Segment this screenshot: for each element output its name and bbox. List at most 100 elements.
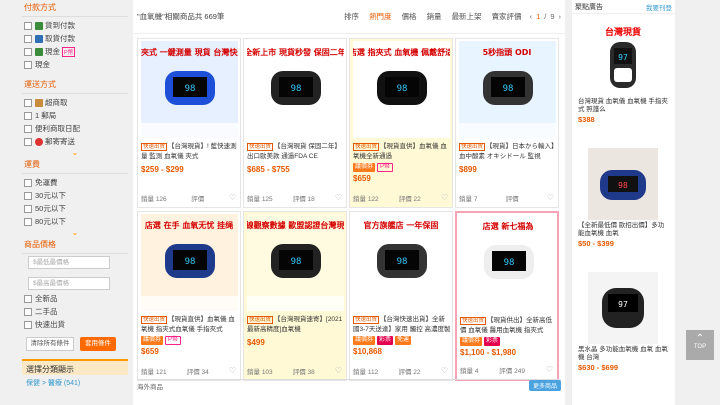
prev-page-icon[interactable]: ‹ xyxy=(530,12,533,21)
ad-image[interactable]: 台灣現貨 97 xyxy=(588,24,658,96)
product-badges: 議價券 彩票 xyxy=(460,337,501,346)
ad-image[interactable]: 97 xyxy=(588,272,658,344)
filter-ship-post[interactable]: 1 郵局 xyxy=(22,109,128,122)
heart-icon[interactable]: ♡ xyxy=(546,365,553,375)
product-name[interactable]: 快速出貨 【台灣現貨 保固二年】出口歐美款 通過FDA CE xyxy=(247,142,345,162)
heart-icon[interactable]: ♡ xyxy=(229,193,236,203)
filter-payment-cash2[interactable]: 現金 xyxy=(22,58,128,71)
product-name[interactable]: 快速出貨 【現貨】日本から輸入】血中酸素 オキシドール 監視 xyxy=(459,142,557,162)
product-card[interactable]: 官方旗艦店 一年保固 98 快速出貨 【台灣快速出貨】全新國3-7天送達】家用 觸… xyxy=(349,211,453,381)
product-name[interactable]: 快速出貨 【現貨直供】血氧儀 血氧機全新通過 xyxy=(353,142,451,162)
ad-name[interactable]: 【全新最低價 歐招出價】多功能血氧機 血氧 xyxy=(578,222,668,238)
product-image[interactable]: 全新上市 現貨秒發 保固二年 98 xyxy=(247,41,344,138)
sort-newest[interactable]: 最新上架 xyxy=(452,11,482,22)
filter-fee-30[interactable]: 30元以下 xyxy=(22,189,128,202)
heart-icon[interactable]: ♡ xyxy=(229,366,236,376)
more-products-button[interactable]: 更多商品 xyxy=(528,380,561,391)
product-image[interactable]: 官方旗艦店 一年保固 98 xyxy=(353,214,450,311)
product-name[interactable]: 快速出貨 【台灣現貨速寄】[2021最新高精度]血氧機 xyxy=(247,315,345,335)
product-card[interactable]: 店選 新七福為 98 快速出貨 【現貨供出】全新高低價 血氧儀 醫用血氧機 指夾式… xyxy=(455,211,559,381)
heart-icon[interactable]: ♡ xyxy=(441,193,448,203)
filter-payment-cash[interactable]: 現金 P幣 xyxy=(22,45,128,58)
checkbox[interactable] xyxy=(24,60,32,69)
checkbox[interactable] xyxy=(24,47,32,56)
product-card[interactable]: 5秒指頭 ODI 98 快速出貨 【現貨】日本から輸入】血中酸素 オキシドール 監… xyxy=(455,38,559,208)
clear-filters-button[interactable]: 清除所有條件 xyxy=(26,337,74,351)
product-card[interactable]: 全新上市 現貨秒發 保固二年 98 快速出貨 【台灣現貨 保固二年】出口歐美款 通… xyxy=(243,38,347,208)
svg-text:97: 97 xyxy=(618,53,628,62)
price-max-input[interactable]: $最高最價格 xyxy=(28,277,110,290)
filter-fee-free[interactable]: 免運費 xyxy=(22,176,128,189)
filter-fee-80[interactable]: 80元以下 xyxy=(22,215,128,228)
filter-cond-used[interactable]: 二手品 xyxy=(22,305,128,318)
category-link[interactable]: 保健 > 醫療 (541) xyxy=(22,375,128,391)
product-image[interactable]: TFT指夾式 一鍵測量 現貨 台灣快速出貨 98 xyxy=(141,41,238,138)
ads-post-link[interactable]: 我要刊登 xyxy=(646,2,672,12)
sort-price[interactable]: 價格 xyxy=(402,11,417,22)
ad-name[interactable]: 黑水晶 多功能血氧機 血氧 血氧機 台灣 xyxy=(578,346,668,362)
checkbox[interactable] xyxy=(24,21,32,30)
filter-payment-pickup[interactable]: 取貨付款 xyxy=(22,32,128,45)
checkbox[interactable] xyxy=(24,217,32,226)
checkbox[interactable] xyxy=(24,111,32,120)
apply-filters-button[interactable]: 套用條件 xyxy=(80,337,116,351)
sort-rating[interactable]: 賣家評價 xyxy=(492,11,522,22)
heart-icon[interactable]: ♡ xyxy=(547,193,554,203)
checkbox[interactable] xyxy=(24,307,32,316)
product-name[interactable]: 快速出貨 【台灣現貨】! 藍快速測量 監測 血氧儀 夾式 xyxy=(141,142,239,162)
product-image[interactable]: 5秒指頭 ODI 98 xyxy=(459,41,556,138)
checkbox[interactable] xyxy=(24,137,32,146)
product-name[interactable]: 快速出貨【台灣快速出貨】全新國3-7天送達】家用 觸控 高濃度製氧機 xyxy=(353,315,451,335)
heart-icon[interactable]: ♡ xyxy=(441,366,448,376)
sold-count: 126 xyxy=(155,196,167,203)
oximeter-image: 5秒指頭 ODI 98 xyxy=(459,41,556,138)
svg-text:98: 98 xyxy=(185,257,196,267)
filter-cond-fast[interactable]: 快速出貨 xyxy=(22,318,128,331)
sort-sales[interactable]: 銷量 xyxy=(427,11,442,22)
checkbox[interactable] xyxy=(24,124,32,133)
next-page-icon[interactable]: › xyxy=(559,12,562,21)
ad-image[interactable]: 98 xyxy=(588,148,658,220)
filter-ship-mail[interactable]: 郵寄寄送 xyxy=(22,135,128,148)
filter-payment-cod[interactable]: 貨到付款 xyxy=(22,19,128,32)
checkbox[interactable] xyxy=(24,204,32,213)
back-to-top-button[interactable]: ⌃ TOP xyxy=(686,330,714,360)
product-image[interactable]: 店選 新七福為 98 xyxy=(460,215,557,312)
sold-count: 103 xyxy=(261,369,273,376)
checkbox[interactable] xyxy=(24,178,32,187)
results-toolbar: "血氧機"相關商品共 669筆 排序 熱門度 價格 銷量 最新上架 賣家評價 ‹… xyxy=(133,0,565,34)
shipping-title: 運送方式 xyxy=(22,77,128,94)
checkbox[interactable] xyxy=(24,191,32,200)
checkbox[interactable] xyxy=(24,34,32,43)
heart-icon[interactable]: ♡ xyxy=(335,193,342,203)
chevron-down-icon[interactable]: ⌄ xyxy=(22,148,128,157)
sort-popularity[interactable]: 熱門度 xyxy=(369,11,392,22)
ad-name[interactable]: 台灣現貨 血氧儀 血氧機 手指夾式 照護么 xyxy=(578,98,668,114)
product-image[interactable]: 店選 在手 血氧无忧 挂绳 98 xyxy=(141,214,238,311)
checkbox[interactable] xyxy=(24,320,32,329)
product-image[interactable]: 曲線觀察數據 歐盟認證台灣現貨 98 xyxy=(247,214,344,311)
product-card[interactable]: 店選 在手 血氧无忧 挂绳 98 快速出貨 【現貨直供】血氧儀 血氧機 指夾式血氧… xyxy=(137,211,241,381)
product-image[interactable]: 店選 指夾式 血氧機 佩戴舒适 98 xyxy=(353,41,450,138)
price-min-input[interactable]: $最低最價格 xyxy=(28,256,110,269)
filter-ship-daily[interactable]: 便利商取日配 xyxy=(22,122,128,135)
checkbox[interactable] xyxy=(24,294,32,303)
filter-cond-new[interactable]: 全新品 xyxy=(22,292,128,305)
product-card[interactable]: 曲線觀察數據 歐盟認證台灣現貨 98 快速出貨【台灣現貨速寄】[2021最新高精… xyxy=(243,211,347,381)
ads-title: 聚點廣告 xyxy=(575,3,603,11)
ad-item[interactable]: 97 黑水晶 多功能血氧機 血氧 血氧機 台灣 $630 - $699 xyxy=(578,272,668,372)
filter-fee-50[interactable]: 50元以下 xyxy=(22,202,128,215)
product-name[interactable]: 快速出貨 【現貨直供】血氧儀 血氧機 指夾式血氧儀 手指夾式 xyxy=(141,315,239,335)
heart-icon[interactable]: ♡ xyxy=(335,366,342,376)
ad-image-text: 台灣現貨 xyxy=(605,26,641,38)
product-name[interactable]: 快速出貨【現貨供出】全新高低價 血氧儀 醫用血氧機 指夾式 YX101 xyxy=(460,316,558,336)
rating-count: 18 xyxy=(307,196,315,203)
ad-item[interactable]: 98 【全新最低價 歐招出價】多功能血氧機 血氧 $50 - $399 xyxy=(578,148,668,248)
product-card[interactable]: TFT指夾式 一鍵測量 現貨 台灣快速出貨 98 快速出貨【台灣現貨】! 藍快速… xyxy=(137,38,241,208)
ad-item[interactable]: 台灣現貨 97 台灣現貨 血氧儀 血氧機 手指夾式 照護么 $388 xyxy=(578,24,668,124)
svg-text:98: 98 xyxy=(291,84,302,94)
chevron-down-icon[interactable]: ⌄ xyxy=(22,228,128,237)
product-card[interactable]: 店選 指夾式 血氧機 佩戴舒适 98 快速出貨 【現貨直供】血氧儀 血氧機全新通過… xyxy=(349,38,453,208)
filter-ship-store[interactable]: 超商取 xyxy=(22,96,128,109)
checkbox[interactable] xyxy=(24,98,32,107)
